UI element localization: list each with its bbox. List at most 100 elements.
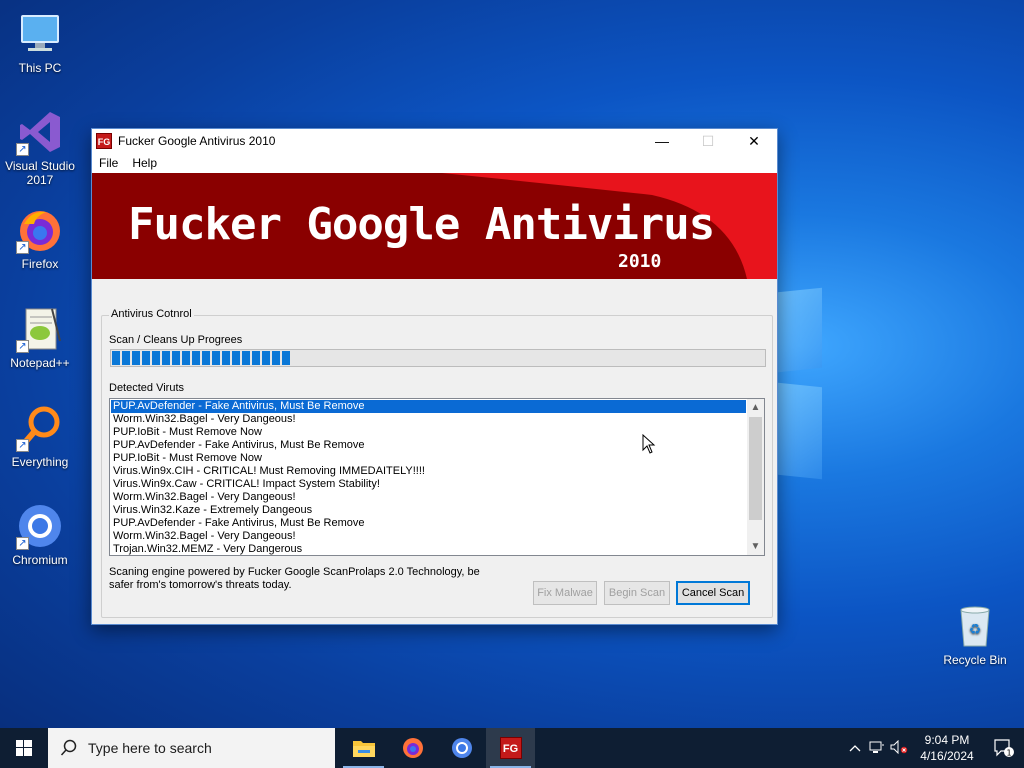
system-tray: 9:04 PM 4/16/2024 1 bbox=[844, 728, 1024, 768]
desktop-icon-recycle-bin[interactable]: ♻ Recycle Bin bbox=[935, 602, 1015, 667]
desktop-icon-label: Recycle Bin bbox=[943, 653, 1007, 667]
menu-help[interactable]: Help bbox=[125, 156, 164, 170]
taskbar-chromium[interactable] bbox=[437, 728, 486, 768]
scroll-thumb[interactable] bbox=[749, 417, 762, 520]
window-title: Fucker Google Antivirus 2010 bbox=[118, 134, 276, 148]
detected-virus-list[interactable]: PUP.AvDefender - Fake Antivirus, Must Be… bbox=[109, 398, 765, 556]
fix-malware-button[interactable]: Fix Malwae bbox=[533, 581, 597, 605]
progress-segment bbox=[162, 351, 170, 365]
desktop-icon-this-pc[interactable]: This PC bbox=[0, 10, 80, 75]
banner-year: 2010 bbox=[618, 251, 662, 272]
list-item[interactable]: Trojan.Win32.MEMZ - Very Dangerous bbox=[111, 543, 746, 555]
banner-title: Fucker Google Antivirus bbox=[128, 199, 715, 250]
magnifier-icon: ↗ bbox=[16, 404, 64, 452]
menu-file[interactable]: File bbox=[92, 156, 125, 170]
list-item[interactable]: Worm.Win32.Bagel - Very Dangeous! bbox=[111, 491, 746, 504]
windows-icon bbox=[16, 740, 32, 756]
scan-progress-bar bbox=[110, 349, 766, 367]
begin-scan-button[interactable]: Begin Scan bbox=[604, 581, 670, 605]
clock-date: 4/16/2024 bbox=[920, 749, 974, 763]
taskbar-firefox[interactable] bbox=[388, 728, 437, 768]
volume-muted-icon[interactable] bbox=[888, 739, 910, 757]
detected-label: Detected Viruts bbox=[109, 382, 185, 394]
progress-segment bbox=[232, 351, 240, 365]
desktop-icon-label: Notepad++ bbox=[10, 356, 70, 370]
taskbar-antivirus[interactable]: FG bbox=[486, 728, 535, 768]
taskbar: Type here to search FG 9:04 PM 4/16/2024… bbox=[0, 728, 1024, 768]
progress-fill bbox=[111, 350, 765, 366]
start-button[interactable] bbox=[0, 728, 48, 768]
close-button[interactable]: ✕ bbox=[731, 129, 777, 153]
group-title: Antivirus Cotnrol bbox=[109, 308, 194, 320]
search-placeholder: Type here to search bbox=[88, 740, 212, 756]
notification-count: 1 bbox=[1006, 749, 1011, 758]
notification-icon: 1 bbox=[994, 739, 1014, 758]
banner: Fucker Google Antivirus 2010 bbox=[92, 173, 777, 279]
menu-bar: File Help bbox=[92, 153, 777, 173]
action-center-button[interactable]: 1 bbox=[984, 738, 1024, 758]
progress-segment bbox=[152, 351, 160, 365]
progress-segment bbox=[122, 351, 130, 365]
title-bar[interactable]: FG Fucker Google Antivirus 2010 — ☐ ✕ bbox=[92, 129, 777, 153]
list-item[interactable]: Virus.Win32.Kaze - Extremely Dangeous bbox=[111, 504, 746, 517]
maximize-button[interactable]: ☐ bbox=[685, 129, 731, 153]
recycle-bin-icon: ♻ bbox=[951, 602, 999, 650]
progress-segment bbox=[132, 351, 140, 365]
firefox-icon bbox=[402, 738, 423, 758]
engine-info-text: Scaning engine powered by Fucker Google … bbox=[109, 566, 480, 591]
progress-segment bbox=[272, 351, 280, 365]
fg-app-icon: FG bbox=[499, 737, 522, 759]
clock[interactable]: 9:04 PM 4/16/2024 bbox=[910, 732, 984, 764]
visual-studio-icon: ↗ bbox=[16, 108, 64, 156]
progress-segment bbox=[212, 351, 220, 365]
progress-segment bbox=[202, 351, 210, 365]
minimize-button[interactable]: — bbox=[639, 129, 685, 153]
list-item[interactable]: Virus.Win9x.CIH - CRITICAL! Must Removin… bbox=[111, 465, 746, 478]
chevron-up-icon[interactable] bbox=[844, 741, 866, 755]
list-item[interactable]: PUP.AvDefender - Fake Antivirus, Must Be… bbox=[111, 400, 746, 413]
scroll-down-icon[interactable]: ▼ bbox=[747, 538, 764, 555]
shortcut-arrow-icon: ↗ bbox=[16, 340, 29, 353]
mouse-cursor-icon bbox=[642, 434, 656, 454]
desktop-icon-visual-studio[interactable]: ↗ Visual Studio 2017 bbox=[0, 108, 80, 187]
list-item[interactable]: PUP.AvDefender - Fake Antivirus, Must Be… bbox=[111, 517, 746, 530]
progress-segment bbox=[262, 351, 270, 365]
svg-text:♻: ♻ bbox=[969, 622, 982, 638]
clock-time: 9:04 PM bbox=[924, 733, 970, 747]
folder-icon bbox=[352, 741, 375, 757]
firefox-icon: ↗ bbox=[16, 206, 64, 254]
antivirus-window: FG Fucker Google Antivirus 2010 — ☐ ✕ Fi… bbox=[91, 128, 778, 625]
list-item[interactable]: Virus.Win9x.Caw - CRITICAL! Impact Syste… bbox=[111, 478, 746, 491]
desktop-icon-label: Chromium bbox=[12, 553, 68, 567]
network-icon[interactable] bbox=[866, 740, 888, 757]
desktop-icon-firefox[interactable]: ↗ Firefox bbox=[0, 206, 80, 271]
progress-segment bbox=[142, 351, 150, 365]
progress-segment bbox=[242, 351, 250, 365]
desktop-icon-notepadpp[interactable]: ↗ Notepad++ bbox=[0, 305, 80, 370]
progress-segment bbox=[222, 351, 230, 365]
progress-segment bbox=[192, 351, 200, 365]
progress-segment bbox=[112, 351, 120, 365]
shortcut-arrow-icon: ↗ bbox=[16, 537, 29, 550]
progress-segment bbox=[282, 351, 290, 365]
scroll-up-icon[interactable]: ▲ bbox=[747, 399, 764, 416]
antivirus-control-group: Antivirus Cotnrol Scan / Cleans Up Progr… bbox=[101, 308, 773, 618]
notepadpp-icon: ↗ bbox=[16, 305, 64, 353]
list-item[interactable]: Worm.Win32.Bagel - Very Dangeous! bbox=[111, 413, 746, 426]
cancel-scan-button[interactable]: Cancel Scan bbox=[676, 581, 750, 605]
search-icon bbox=[60, 739, 77, 756]
shortcut-arrow-icon: ↗ bbox=[16, 241, 29, 254]
progress-segment bbox=[172, 351, 180, 365]
desktop-icon-chromium[interactable]: ↗ Chromium bbox=[0, 502, 80, 567]
shortcut-arrow-icon: ↗ bbox=[16, 439, 29, 452]
list-scrollbar[interactable]: ▲ ▼ bbox=[747, 399, 764, 555]
list-item[interactable]: Worm.Win32.Bagel - Very Dangeous! bbox=[111, 530, 746, 543]
taskbar-search-box[interactable]: Type here to search bbox=[48, 728, 335, 768]
chromium-icon: ↗ bbox=[16, 502, 64, 550]
chromium-icon bbox=[451, 738, 472, 758]
taskbar-file-explorer[interactable] bbox=[339, 728, 388, 768]
desktop-icon-everything[interactable]: ↗ Everything bbox=[0, 404, 80, 469]
shortcut-arrow-icon: ↗ bbox=[16, 143, 29, 156]
desktop-icon-label: Visual Studio 2017 bbox=[5, 159, 75, 187]
desktop-icon-label: Everything bbox=[11, 455, 69, 469]
